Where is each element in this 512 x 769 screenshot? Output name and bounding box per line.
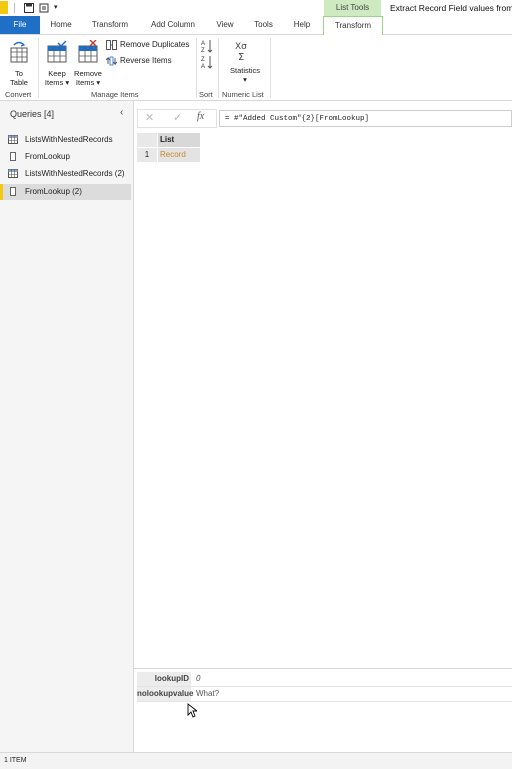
svg-text:A: A	[201, 64, 205, 69]
sort-ascending-icon[interactable]: AZ	[201, 39, 213, 53]
keep-items-icon	[47, 40, 67, 63]
statistics-button[interactable]: Xσ Σ Statistics ▾	[226, 38, 264, 88]
ribbon: To Table Convert Keep Items ▾ Remove Ite…	[0, 35, 512, 101]
ribbon-separator	[196, 38, 197, 98]
collapse-pane-chevron-left-icon[interactable]: ‹	[120, 107, 123, 118]
powerbi-logo-icon	[0, 1, 8, 14]
remove-duplicates-icon	[106, 40, 117, 50]
to-table-button[interactable]: To Table	[3, 38, 35, 88]
tab-file[interactable]: File	[0, 16, 40, 34]
list-icon	[10, 152, 16, 161]
status-item-count: 1 ITEM	[4, 757, 27, 764]
svg-text:Z: Z	[201, 48, 205, 53]
save-icon[interactable]	[24, 3, 34, 13]
ribbon-separator	[270, 38, 271, 98]
tab-view[interactable]: View	[210, 16, 240, 34]
keep-items-button[interactable]: Keep Items ▾	[42, 38, 72, 88]
query-item-label: FromLookup (2)	[25, 187, 82, 196]
statistics-dropdown-icon: ▾	[243, 75, 247, 84]
column-header-list[interactable]: List	[158, 133, 200, 147]
svg-text:A: A	[201, 41, 205, 47]
detail-key: lookupID	[137, 672, 191, 686]
group-label-convert: Convert	[5, 90, 32, 99]
to-table-label-line2: Table	[10, 78, 28, 87]
to-table-label-line1: To	[15, 69, 23, 78]
group-label-manage-items: Manage Items	[91, 90, 139, 99]
formula-bar-border	[137, 109, 217, 128]
tab-help[interactable]: Help	[286, 16, 318, 34]
window-title: Extract Record Field values from	[390, 3, 512, 13]
sort-descending-icon[interactable]: ZA	[201, 55, 213, 69]
queries-header: Queries [4]	[10, 109, 55, 119]
table-icon	[8, 135, 18, 144]
to-table-icon	[10, 41, 28, 63]
detail-key: nolookupvalue	[137, 687, 193, 701]
undo-icon[interactable]	[39, 3, 49, 13]
query-item[interactable]: FromLookup	[3, 149, 131, 165]
tab-list-transform[interactable]: Transform	[323, 16, 383, 35]
ribbon-separator	[38, 38, 39, 98]
query-item[interactable]: ListsWithNestedRecords	[3, 132, 131, 148]
query-item-label: ListsWithNestedRecords	[25, 135, 113, 144]
group-label-numeric-list: Numeric List	[222, 90, 264, 99]
remove-items-icon	[78, 40, 98, 63]
reverse-items-icon	[106, 56, 117, 66]
queries-pane: Queries [4] ‹ ListsWithNestedRecords Fro…	[0, 101, 134, 752]
tab-tools[interactable]: Tools	[247, 16, 280, 34]
keep-items-label-line1: Keep	[48, 69, 66, 78]
mouse-cursor-icon	[187, 703, 197, 718]
selection-accent-bar	[0, 184, 3, 200]
detail-row: lookupID 0	[137, 672, 512, 687]
query-item-label: ListsWithNestedRecords (2)	[25, 169, 125, 178]
table-icon	[8, 169, 18, 178]
remove-items-label-line2: Items ▾	[75, 78, 101, 87]
grid-corner	[137, 133, 157, 147]
list-tools-context-tab: List Tools	[324, 0, 381, 16]
qat-dropdown-icon[interactable]: ▾	[54, 3, 58, 11]
keep-items-label-line2: Items ▾	[44, 78, 70, 87]
data-grid: List 1 Record	[134, 128, 512, 668]
query-item-label: FromLookup	[25, 152, 70, 161]
list-icon	[10, 187, 16, 196]
remove-items-button[interactable]: Remove Items ▾	[72, 38, 104, 88]
svg-text:Σ: Σ	[238, 52, 244, 62]
detail-value: 0	[196, 674, 201, 683]
statistics-icon: XσΣ	[235, 42, 247, 62]
svg-text:Z: Z	[201, 57, 205, 63]
remove-items-label-line1: Remove	[74, 69, 102, 78]
detail-row: nolookupvalue What?	[137, 687, 512, 702]
status-bar: 1 ITEM	[0, 752, 512, 769]
remove-duplicates-label: Remove Duplicates	[120, 40, 190, 49]
title-bar: ▾ List Tools Extract Record Field values…	[0, 0, 512, 16]
ribbon-separator	[218, 38, 219, 98]
tab-transform[interactable]: Transform	[84, 16, 136, 34]
query-item-selected[interactable]: FromLookup (2)	[0, 184, 131, 200]
record-details-pane: lookupID 0 nolookupvalue What?	[134, 668, 512, 753]
row-number: 1	[137, 148, 157, 162]
formula-input[interactable]: = #"Added Custom"{2}[FromLookup]	[219, 110, 512, 127]
query-item[interactable]: ListsWithNestedRecords (2)	[3, 166, 131, 182]
reverse-items-button[interactable]: Reverse Items	[106, 55, 192, 67]
tab-home[interactable]: Home	[44, 16, 78, 34]
reverse-items-label: Reverse Items	[120, 56, 172, 65]
svg-text:Xσ: Xσ	[235, 42, 247, 52]
detail-value: What?	[196, 689, 220, 698]
record-link-cell[interactable]: Record	[158, 148, 200, 162]
qat-divider	[14, 3, 15, 13]
remove-duplicates-button[interactable]: Remove Duplicates	[106, 39, 192, 51]
ribbon-tabs: File Home Transform Add Column View Tool…	[0, 16, 512, 35]
group-label-sort: Sort	[199, 90, 213, 99]
statistics-label: Statistics	[229, 66, 260, 75]
tab-add-column[interactable]: Add Column	[142, 16, 204, 34]
